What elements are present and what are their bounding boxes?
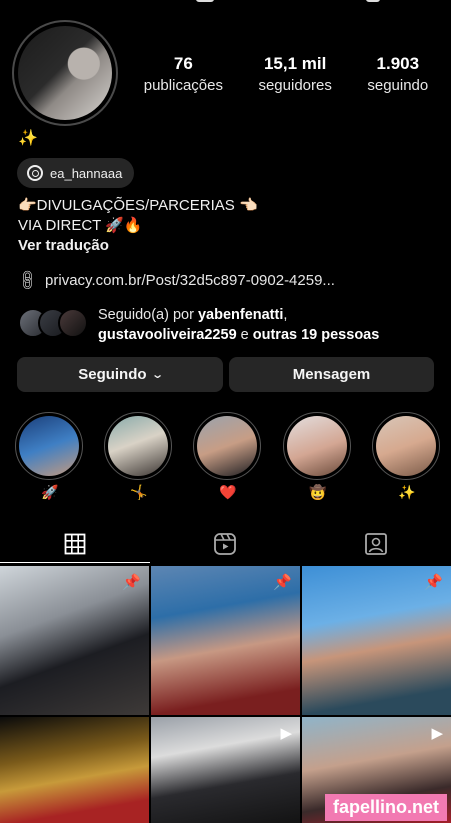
mutual-followers[interactable]: Seguido(a) por yabenfenatti, gustavooliv…: [18, 305, 379, 345]
post-thumbnail[interactable]: [0, 717, 149, 823]
highlight-image: [376, 416, 436, 476]
pin-icon: 📌: [122, 574, 141, 591]
grid-icon: [64, 533, 86, 554]
post-thumbnail[interactable]: 📌: [0, 566, 149, 715]
highlight-image: [108, 416, 168, 476]
highlight-label: 🤸: [130, 484, 148, 500]
bio: 👉🏻DIVULGAÇÕES/PARCERIAS 👈🏻 VIA DIRECT 🚀🔥…: [18, 196, 258, 256]
mutual-others[interactable]: outras 19 pessoas: [253, 327, 380, 343]
highlight-ring: [372, 412, 440, 480]
avatar: [58, 308, 88, 338]
reels-icon: ▶: [431, 725, 443, 742]
top-edge-cut: [0, 0, 451, 6]
pin-icon: 📌: [273, 574, 292, 591]
highlight-ring: [104, 412, 172, 480]
highlight-label: ✨: [398, 484, 416, 500]
tab-posts-grid[interactable]: [0, 525, 151, 563]
bio-line: VIA DIRECT 🚀🔥: [18, 217, 143, 234]
message-button[interactable]: Mensagem: [229, 357, 434, 392]
story-highlight[interactable]: 🤠: [283, 412, 353, 501]
profile-stats: 76 publicações 15,1 mil seguidores 1.903…: [126, 54, 446, 94]
stat-posts[interactable]: 76 publicações: [144, 54, 223, 94]
highlight-label: 🤠: [309, 484, 327, 500]
highlight-image: [197, 416, 257, 476]
highlight-image: [287, 416, 347, 476]
avatar-image: [18, 26, 112, 120]
tagged-icon: [364, 533, 387, 555]
stat-following-label: seguindo: [367, 77, 429, 94]
watermark: fapellino.net: [324, 794, 447, 821]
bio-line: 👉🏻DIVULGAÇÕES/PARCERIAS 👈🏻: [18, 197, 258, 214]
stat-followers-label: seguidores: [258, 77, 332, 94]
stat-following-count: 1.903: [376, 54, 420, 73]
highlight-ring: [283, 412, 351, 480]
post-thumbnail[interactable]: 📌: [151, 566, 300, 715]
stat-following[interactable]: 1.903 seguindo: [367, 54, 428, 94]
following-button[interactable]: Seguindo ⌄: [17, 357, 223, 392]
chevron-down-icon: ⌄: [150, 369, 164, 381]
mutual-followers-text: Seguido(a) por yabenfenatti, gustavooliv…: [98, 307, 380, 343]
highlight-image: [19, 416, 79, 476]
posts-grid: 📌 📌 📌 ▶ ▶: [0, 566, 451, 823]
stat-followers[interactable]: 15,1 mil seguidores: [258, 54, 331, 94]
mutual-middle: e: [236, 327, 253, 343]
pin-icon: 📌: [424, 574, 443, 591]
stat-posts-count: 76: [173, 54, 193, 73]
profile-avatar[interactable]: [12, 20, 118, 126]
mutual-user[interactable]: gustavooliveira2259: [98, 327, 237, 343]
post-thumbnail[interactable]: 📌: [302, 566, 451, 715]
link-icon: 🔗︎: [15, 267, 41, 294]
tab-reels[interactable]: [150, 525, 300, 563]
link-text: privacy.com.br/Post/32d5c897-0902-4259..…: [45, 271, 335, 289]
highlight-ring: [15, 412, 83, 480]
threads-badge[interactable]: ea_hannaaa: [17, 158, 135, 188]
tab-tagged[interactable]: [301, 525, 451, 563]
highlight-ring: [193, 412, 261, 480]
highlight-label: 🚀: [41, 484, 59, 500]
story-highlight[interactable]: ❤️: [193, 412, 263, 501]
highlight-label: ❤️: [219, 484, 237, 500]
story-highlight[interactable]: 🚀: [15, 412, 85, 501]
stat-followers-count: 15,1 mil: [263, 54, 327, 73]
threads-icon: [27, 165, 43, 181]
profile-tabs: [0, 525, 451, 563]
reels-icon: [214, 533, 237, 555]
mutual-prefix: Seguido(a) por: [98, 307, 198, 323]
following-label: Seguindo: [78, 366, 147, 383]
mutual-user[interactable]: yabenfenatti: [198, 307, 283, 323]
translate-link[interactable]: Ver tradução: [18, 236, 258, 256]
message-label: Mensagem: [292, 366, 371, 383]
profile-link[interactable]: 🔗︎ privacy.com.br/Post/32d5c897-0902-425…: [15, 268, 335, 293]
reels-icon: ▶: [280, 725, 292, 742]
story-highlight[interactable]: 🤸: [104, 412, 174, 501]
mutual-avatars: [18, 308, 90, 340]
post-thumbnail[interactable]: ▶: [151, 717, 300, 823]
threads-handle: ea_hannaaa: [50, 165, 123, 181]
story-highlight[interactable]: ✨: [372, 412, 442, 501]
bio-emoji: ✨: [18, 130, 38, 147]
stat-posts-label: publicações: [143, 77, 223, 94]
